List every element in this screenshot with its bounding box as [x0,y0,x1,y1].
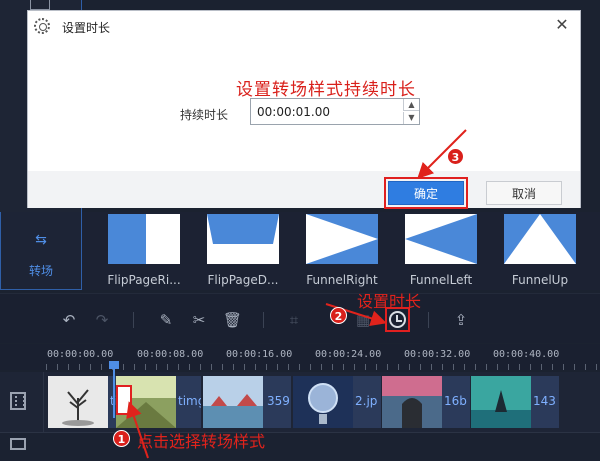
transition-thumb-funnelleft[interactable] [405,214,477,264]
gear-icon [34,18,50,34]
dialog-title: 设置时长 [62,21,111,35]
ruler-time: 00:00:32.00 [404,349,471,360]
clip-name: timg [178,394,201,408]
undo-icon[interactable]: ↶ [60,311,78,329]
ruler-time: 00:00:00.00 [47,349,114,360]
toolbar-divider [263,312,264,328]
playhead-handle[interactable] [109,361,119,369]
dialog-titlebar: 设置时长 ✕ [28,11,580,41]
transition-tab-label: 转场 [28,264,53,278]
annotation-heading: 设置转场样式持续时长 [236,80,416,100]
transition-caption: FlipPageD... [207,273,279,287]
transition-thumb-flippagedown[interactable] [207,214,279,264]
trash-icon[interactable]: 🗑 [223,311,242,329]
transition-caption: FlipPageRi... [107,273,181,287]
clip-6[interactable]: 143 [471,376,559,428]
transition-thumb-funnelup[interactable] [504,214,576,264]
clip-1[interactable] [48,376,108,428]
film-icon [10,392,26,410]
ruler-time: 00:00:16.00 [226,349,293,360]
clip-3[interactable]: 359 [203,376,291,428]
transition-thumb-funnelright[interactable] [306,214,378,264]
transition-icon: ⇆ [35,232,47,248]
close-icon[interactable]: ✕ [552,15,572,35]
ok-button[interactable]: 确定 [388,181,464,205]
ruler-time: 00:00:40.00 [493,349,560,360]
transition-caption: FunnelUp [511,273,569,287]
clip-thumbnail [48,376,108,428]
transition-caption: FunnelLeft [409,273,473,287]
ruler-time: 00:00:08.00 [137,349,204,360]
mosaic-icon[interactable]: ▦ [354,311,372,329]
duration-field[interactable]: ▲ ▼ [250,98,420,125]
ruler-time: 00:00:24.00 [315,349,382,360]
scissors-icon[interactable]: ✂ [190,311,208,329]
annotation-set-duration: 设置时长 [357,292,422,311]
clip-4[interactable]: 2.jp [293,376,381,428]
duration-dialog: 设置时长 ✕ 设置转场样式持续时长 持续时长 ▲ ▼ 确定 取消 [27,10,581,209]
annotation-select-transition: 点击选择转场样式 [137,432,266,451]
clip-thumbnail [293,376,353,428]
clip-thumbnail [471,376,531,428]
step-badge-2: 2 [330,307,347,324]
image-icon [10,438,26,450]
spin-down-icon[interactable]: ▼ [403,112,419,124]
step-badge-3: 3 [447,148,464,165]
clip-name: 143 [533,394,556,408]
duration-label: 持续时长 [180,108,229,122]
spin-up-icon[interactable]: ▲ [403,99,419,111]
step-badge-1: 1 [113,430,130,447]
redo-icon[interactable]: ↷ [93,311,111,329]
toolbar-divider [428,312,429,328]
clip-5[interactable]: 16b [382,376,470,428]
panel-icon[interactable] [30,0,50,10]
export-icon[interactable]: ⇪ [452,311,470,329]
clip-name: 359 [267,394,290,408]
playhead[interactable] [113,363,115,418]
cancel-button[interactable]: 取消 [486,181,562,205]
clip-thumbnail [203,376,263,428]
pencil-icon[interactable]: ✎ [157,311,175,329]
ruler-ticks [46,364,600,370]
transition-slot[interactable] [116,385,132,415]
clip-name: 16b [444,394,467,408]
transition-caption: FunnelRight [306,273,378,287]
duration-input[interactable] [257,102,397,121]
transition-thumb-flippageright[interactable] [108,214,180,264]
toolbar-divider [133,312,134,328]
clip-thumbnail [382,376,442,428]
image-track [0,432,600,461]
crop-icon[interactable]: ⌗ [285,311,303,329]
clip-name: 2.jp [355,394,378,408]
